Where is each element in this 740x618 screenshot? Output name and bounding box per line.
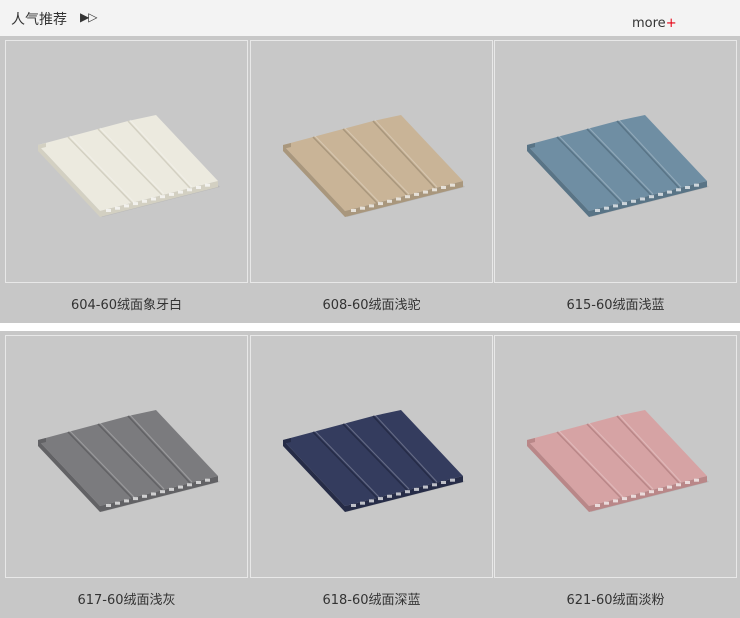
wall-panel-image	[38, 410, 220, 512]
section-title: 人气推荐	[11, 12, 67, 28]
product-caption[interactable]: 604-60绒面象牙白	[5, 294, 248, 313]
product-caption[interactable]: 618-60绒面深蓝	[250, 589, 493, 608]
product-caption[interactable]: 615-60绒面浅蓝	[494, 294, 737, 313]
product-row-1: 604-60绒面象牙白 608-60绒面浅驼 615-60绒面浅蓝	[0, 36, 740, 323]
plus-icon: +	[665, 16, 677, 31]
product-card[interactable]	[5, 335, 248, 578]
product-card[interactable]	[250, 40, 493, 283]
product-caption[interactable]: 608-60绒面浅驼	[250, 294, 493, 313]
wall-panel-image	[38, 115, 220, 217]
product-row-2: 617-60绒面浅灰 618-60绒面深蓝 621-60绒面淡粉	[0, 331, 740, 618]
wall-panel-image	[283, 115, 465, 217]
product-caption[interactable]: 617-60绒面浅灰	[5, 589, 248, 608]
product-card[interactable]	[5, 40, 248, 283]
wall-panel-image	[527, 115, 709, 217]
wall-panel-image	[527, 410, 709, 512]
wall-panel-image	[283, 410, 465, 512]
section-header: 人气推荐 ▶▷ more+	[0, 0, 740, 40]
play-arrows-icon: ▶▷	[80, 10, 97, 24]
more-link[interactable]: more+	[632, 16, 677, 31]
product-card[interactable]	[250, 335, 493, 578]
product-caption[interactable]: 621-60绒面淡粉	[494, 589, 737, 608]
product-card[interactable]	[494, 40, 737, 283]
more-label: more	[632, 16, 666, 31]
product-card[interactable]	[494, 335, 737, 578]
